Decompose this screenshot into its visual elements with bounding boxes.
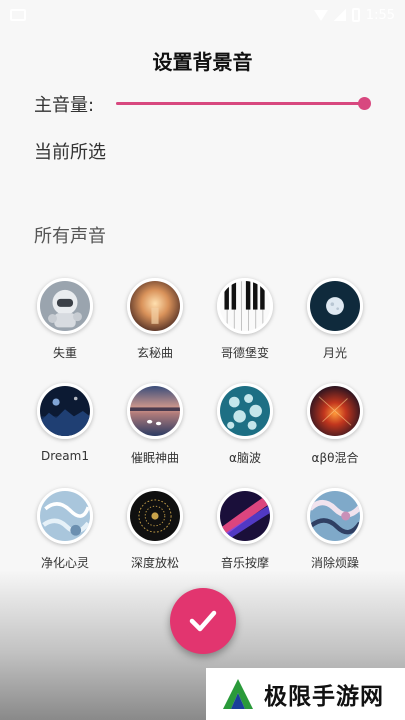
checkmark-icon: [189, 610, 217, 632]
watermark: 极限手游网: [206, 668, 405, 720]
sound-item[interactable]: 哥德堡变: [200, 278, 290, 361]
sound-name: Dream1: [41, 449, 89, 463]
wifi-icon: [313, 9, 328, 21]
sound-item[interactable]: 月光: [290, 278, 380, 361]
candle-glow-image: [127, 278, 183, 334]
page-title: 设置背景音: [152, 50, 253, 74]
moon-image: [307, 278, 363, 334]
sound-name: 消除烦躁: [310, 556, 359, 570]
sound-item[interactable]: 深度放松: [110, 488, 200, 571]
marble-swirl-image: [307, 488, 363, 544]
lake-swans-image: [127, 383, 183, 439]
slider-thumb[interactable]: [358, 97, 371, 110]
all-sounds-label: 所有声音: [34, 226, 106, 247]
astronaut-image: [37, 278, 93, 334]
sound-item[interactable]: 音乐按摩: [200, 488, 290, 571]
sound-name: 月光: [322, 346, 347, 360]
master-volume-row: 主音量:: [34, 90, 371, 118]
sound-item[interactable]: αβθ混合: [290, 383, 380, 466]
slider-fill: [116, 102, 364, 105]
signal-icon: [333, 9, 346, 21]
confirm-button[interactable]: [170, 588, 236, 654]
sound-item[interactable]: 净化心灵: [20, 488, 110, 571]
neural-cells-image: [217, 383, 273, 439]
sound-item[interactable]: α脑波: [200, 383, 290, 466]
sound-item[interactable]: 消除烦躁: [290, 488, 380, 571]
fire-sparks-image: [307, 383, 363, 439]
sound-name: 催眠神曲: [130, 451, 179, 465]
sound-name: αβθ混合: [311, 451, 359, 465]
watermark-text: 极限手游网: [264, 684, 384, 710]
piano-keys-image: [217, 278, 273, 334]
sound-name: 净化心灵: [40, 556, 89, 570]
sound-name: 失重: [52, 346, 77, 360]
notification-icon: [10, 9, 26, 21]
sound-name: 玄秘曲: [136, 346, 173, 360]
status-time: 1:55: [365, 7, 395, 23]
sound-item[interactable]: 玄秘曲: [110, 278, 200, 361]
pink-light-streak-image: [217, 488, 273, 544]
watermark-logo: [223, 679, 253, 709]
master-volume-slider[interactable]: [116, 90, 371, 118]
sound-name: 哥德堡变: [220, 346, 269, 360]
sound-item[interactable]: Dream1: [20, 383, 110, 466]
sound-name: α脑波: [229, 451, 261, 465]
dark-mandala-image: [127, 488, 183, 544]
master-volume-label: 主音量:: [34, 95, 95, 116]
battery-icon: [351, 8, 360, 22]
status-bar: 1:55: [0, 0, 405, 30]
sound-item[interactable]: 失重: [20, 278, 110, 361]
sound-grid: 失重 玄秘曲 哥德堡变 月光 Dream1 催眠神曲 α脑波 αβθ混合 净化心…: [20, 278, 380, 571]
sound-name: 深度放松: [130, 556, 179, 570]
frost-image: [37, 488, 93, 544]
status-icons: 1:55: [313, 7, 395, 23]
sound-item[interactable]: 催眠神曲: [110, 383, 200, 466]
sound-name: 音乐按摩: [220, 556, 269, 570]
night-city-image: [37, 383, 93, 439]
current-selection-label: 当前所选: [34, 142, 106, 163]
